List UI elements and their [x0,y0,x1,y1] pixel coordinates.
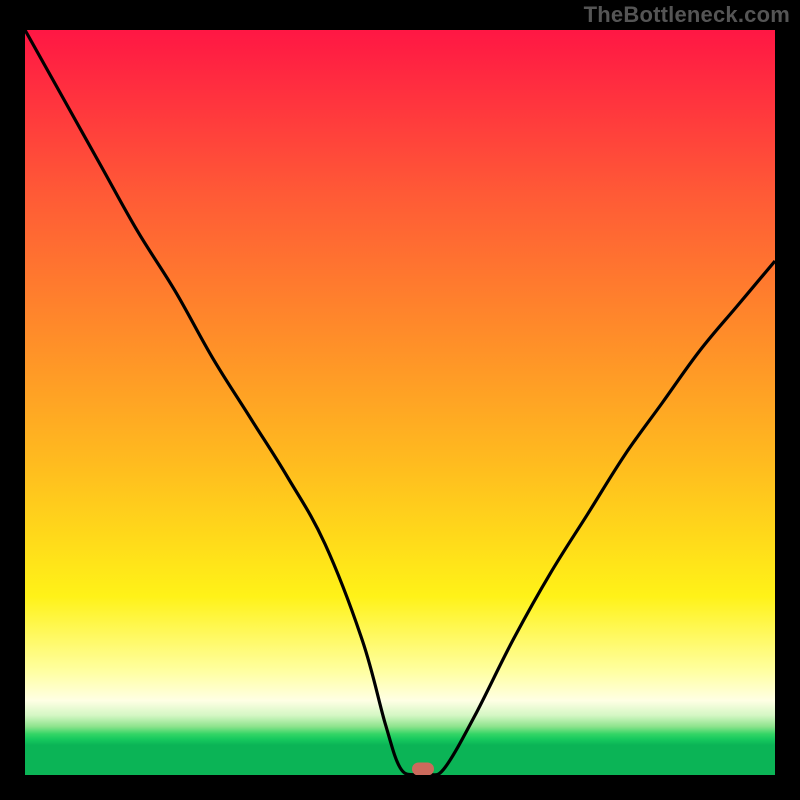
curve-layer [25,30,775,775]
bottleneck-marker [412,763,434,776]
watermark-text: TheBottleneck.com [584,2,790,28]
plot-area [25,30,775,775]
bottleneck-curve [25,30,775,775]
chart-stage: TheBottleneck.com [0,0,800,800]
